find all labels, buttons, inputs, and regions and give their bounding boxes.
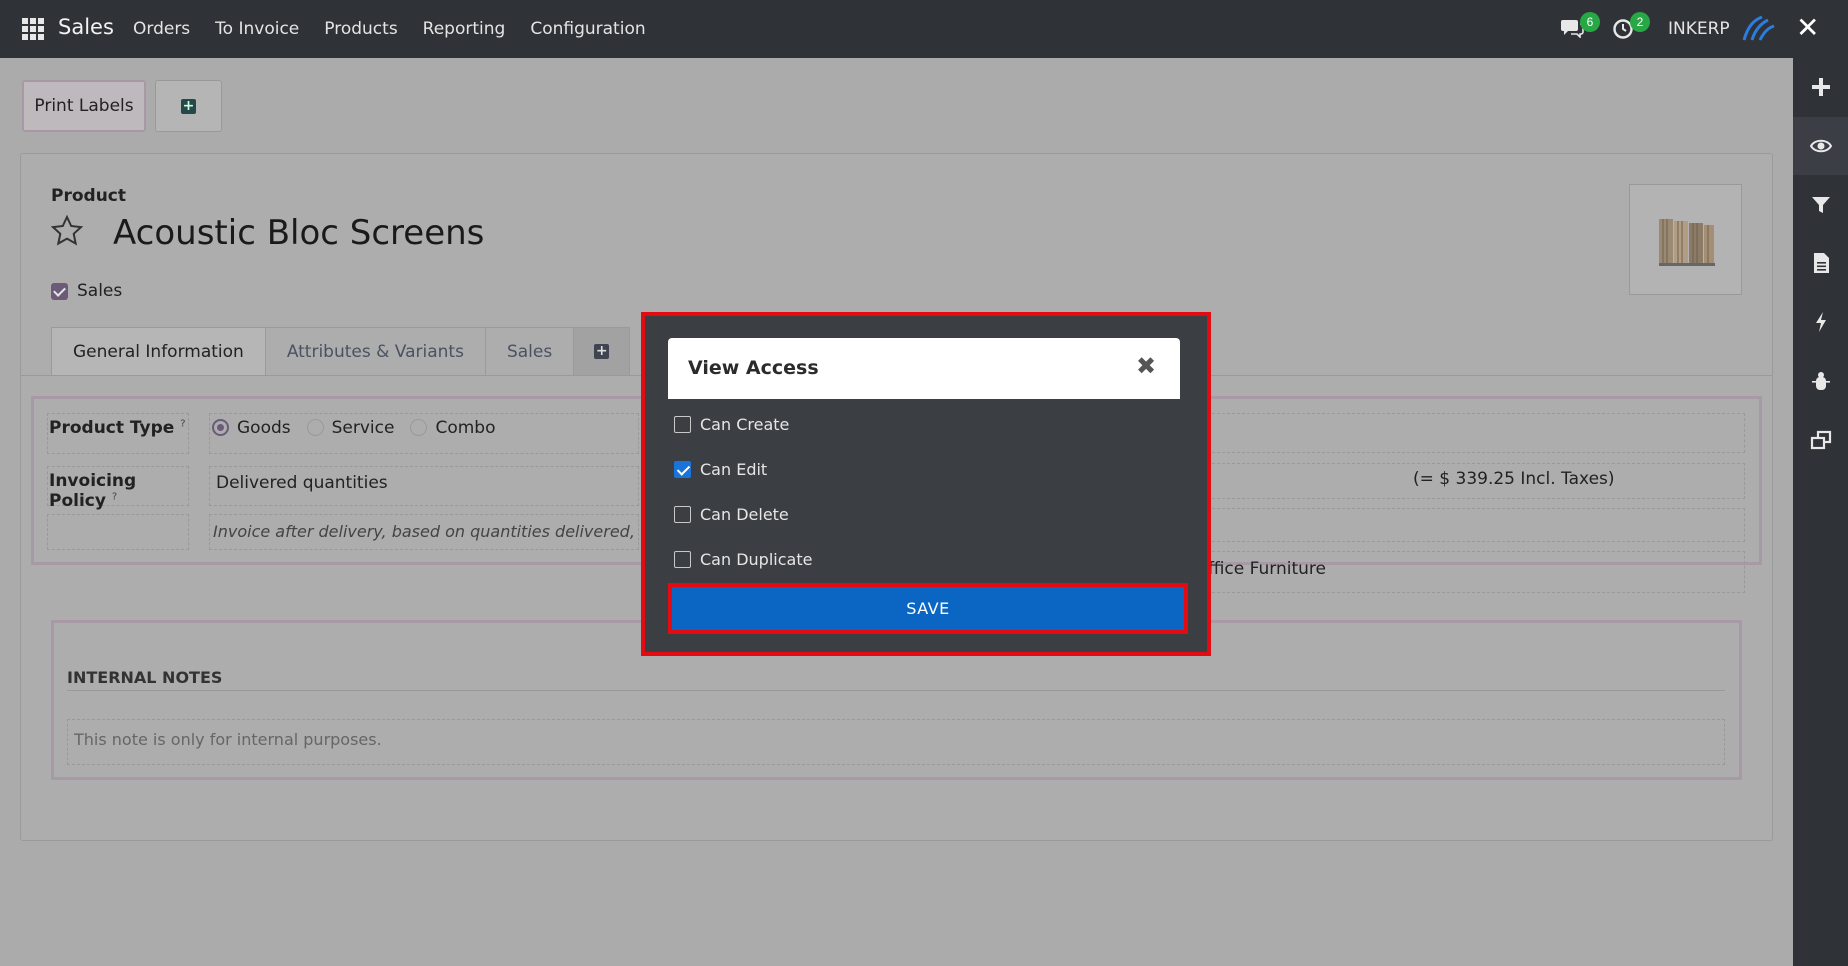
plus-icon — [1811, 78, 1830, 96]
favorite-star-icon[interactable] — [50, 214, 84, 248]
can-create-checkbox[interactable] — [674, 416, 691, 433]
sales-checkbox-label: Sales — [77, 281, 123, 301]
help-tooltip-mark[interactable]: ? — [180, 418, 185, 429]
option-can-delete[interactable]: Can Delete — [674, 505, 789, 524]
radio-goods-icon — [212, 419, 229, 436]
tab-add-button[interactable]: + — [574, 327, 631, 376]
product-type-label: Product Type ? — [47, 413, 189, 454]
tab-general-information[interactable]: General Information — [51, 327, 266, 376]
document-icon — [1813, 253, 1829, 273]
option-can-edit[interactable]: Can Edit — [674, 460, 767, 479]
product-type-label-text: Product Type — [49, 418, 175, 438]
top-navbar: Sales Orders To Invoice Products Reporti… — [0, 0, 1848, 58]
sales-price-field: (= $ 339.25 Incl. Taxes) — [1207, 463, 1745, 499]
internal-notes-title: INTERNAL NOTES — [67, 668, 223, 687]
form-tabs: General Information Attributes & Variant… — [51, 327, 631, 376]
sidebar-plus-button[interactable] — [1793, 58, 1848, 116]
bug-icon — [1811, 372, 1830, 390]
right-field-empty-2 — [1207, 508, 1745, 542]
filter-icon — [1811, 197, 1830, 213]
company-logo-icon[interactable] — [1740, 14, 1776, 42]
can-duplicate-checkbox[interactable] — [674, 551, 691, 568]
modal-title: View Access — [688, 357, 819, 379]
apps-grid-icon[interactable] — [22, 18, 44, 40]
messages-count-badge: 6 — [1580, 12, 1600, 32]
invoicing-policy-label: Invoicing Policy ? — [47, 466, 189, 511]
modal-header: View Access ✖ — [668, 338, 1180, 399]
can-edit-checkbox[interactable] — [674, 461, 691, 478]
product-category-value: ffice Furniture — [1208, 559, 1326, 579]
plus-square-icon: + — [594, 343, 610, 359]
product-name[interactable]: Acoustic Bloc Screens — [113, 213, 484, 253]
sidebar-document-button[interactable] — [1793, 234, 1848, 292]
can-duplicate-label: Can Duplicate — [700, 550, 813, 569]
systray: 6 2 INKERP ✕ — [1548, 0, 1848, 58]
internal-notes-input[interactable]: This note is only for internal purposes. — [67, 719, 1725, 765]
menu-item-to-invoice[interactable]: To Invoice — [215, 19, 299, 39]
product-category-field[interactable]: ffice Furniture — [1207, 551, 1745, 593]
right-toolbar — [1793, 58, 1848, 966]
product-label: Product — [51, 186, 126, 206]
can-delete-checkbox[interactable] — [674, 506, 691, 523]
invoicing-policy-label-text: Invoicing Policy — [49, 471, 137, 511]
radio-goods-label: Goods — [237, 418, 291, 438]
main-menu: Orders To Invoice Products Reporting Con… — [133, 19, 646, 39]
eye-icon — [1809, 139, 1832, 153]
product-image[interactable] — [1629, 184, 1742, 295]
tab-sales[interactable]: Sales — [485, 327, 575, 376]
windows-icon — [1810, 430, 1831, 450]
bolt-icon — [1815, 312, 1826, 332]
menu-item-configuration[interactable]: Configuration — [530, 19, 645, 39]
internal-notes-divider — [67, 690, 1725, 691]
can-delete-label: Can Delete — [700, 505, 789, 524]
print-labels-button[interactable]: Print Labels — [22, 80, 146, 132]
app-name[interactable]: Sales — [58, 15, 114, 39]
sales-checkbox[interactable] — [51, 283, 68, 300]
activities-count-badge: 2 — [1630, 12, 1650, 32]
price-incl-taxes: (= $ 339.25 Incl. Taxes) — [1413, 469, 1615, 489]
product-photo-icon — [1658, 218, 1715, 266]
radio-combo-icon — [410, 419, 428, 436]
sidebar-windows-button[interactable] — [1793, 411, 1848, 469]
can-create-label: Can Create — [700, 415, 790, 434]
add-action-button[interactable]: + — [155, 80, 222, 132]
save-button[interactable]: SAVE — [672, 587, 1184, 630]
radio-combo-label: Combo — [435, 418, 496, 438]
can-edit-label: Can Edit — [700, 460, 768, 479]
sidebar-eye-button[interactable] — [1793, 117, 1848, 175]
sidebar-filter-button[interactable] — [1793, 176, 1848, 234]
radio-service-icon — [306, 419, 324, 436]
invoicing-policy-help: Invoice after delivery, based on quantit… — [209, 514, 639, 550]
tab-attributes-variants[interactable]: Attributes & Variants — [265, 327, 486, 376]
right-field-empty — [1207, 413, 1745, 453]
plus-square-icon: + — [181, 97, 196, 114]
modal-close-icon[interactable]: ✖ — [1136, 354, 1156, 378]
radio-service[interactable]: Service — [306, 418, 395, 438]
invoicing-policy-select[interactable]: Delivered quantities — [209, 466, 639, 506]
option-can-duplicate[interactable]: Can Duplicate — [674, 550, 812, 569]
menu-item-products[interactable]: Products — [324, 19, 397, 39]
radio-goods[interactable]: Goods — [212, 418, 291, 438]
help-tooltip-mark[interactable]: ? — [112, 491, 117, 502]
sidebar-debug-button[interactable] — [1793, 352, 1848, 410]
menu-item-orders[interactable]: Orders — [133, 19, 190, 39]
close-icon[interactable]: ✕ — [1796, 14, 1819, 42]
product-type-radio-group: Goods Service Combo — [209, 413, 639, 454]
company-switcher[interactable]: INKERP — [1668, 19, 1730, 39]
menu-item-reporting[interactable]: Reporting — [423, 19, 506, 39]
empty-label-cell — [47, 514, 189, 550]
option-can-create[interactable]: Can Create — [674, 415, 789, 434]
radio-combo[interactable]: Combo — [410, 418, 496, 438]
radio-service-label: Service — [331, 418, 395, 438]
sidebar-bolt-button[interactable] — [1793, 293, 1848, 351]
